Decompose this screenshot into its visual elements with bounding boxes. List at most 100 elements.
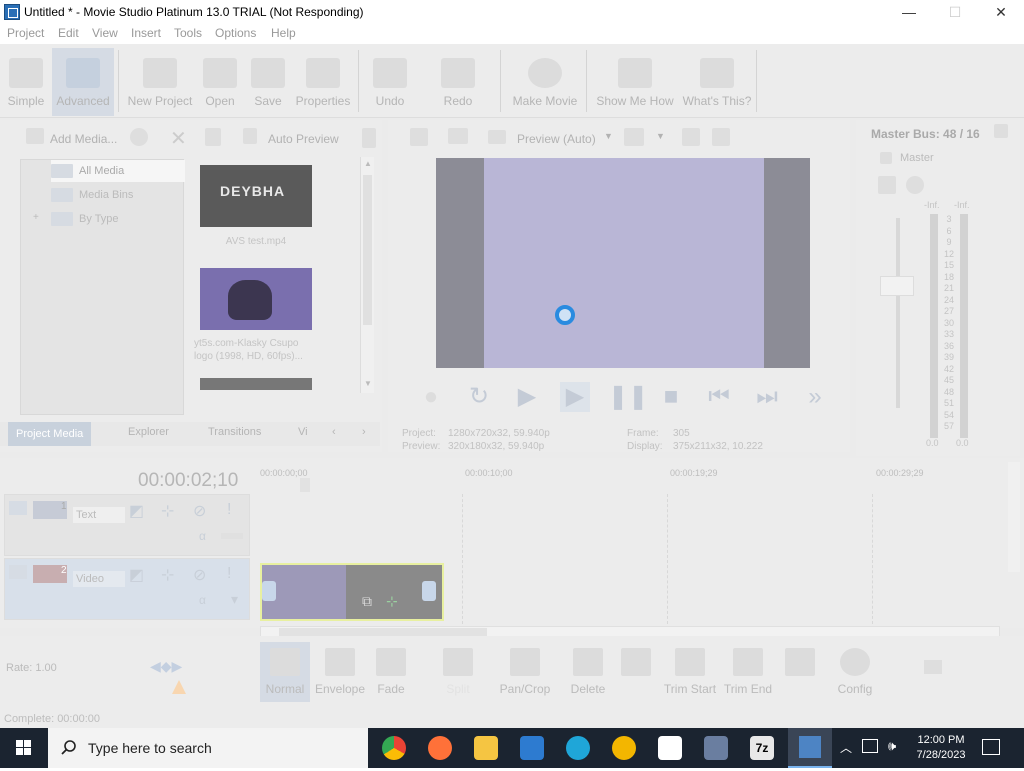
track-fx-icon[interactable]: ⊹ xyxy=(161,565,174,585)
clip-trim-handle-right[interactable] xyxy=(422,581,436,601)
split-tool-button[interactable]: Split xyxy=(426,642,490,702)
tree-node-by-type[interactable]: By Type xyxy=(51,208,183,230)
compositing-mode-icon[interactable]: ◩ xyxy=(129,501,144,521)
pan-crop-icon[interactable]: ⧉ xyxy=(362,593,372,610)
trim-end-button[interactable]: Trim End xyxy=(722,642,774,702)
taskbar-search[interactable]: Type here to search xyxy=(48,728,368,768)
media-fx-icon[interactable] xyxy=(130,128,148,146)
simple-button[interactable]: Simple xyxy=(2,48,50,116)
next-frame-icon[interactable]: ⏭ xyxy=(752,382,782,412)
menu-options[interactable]: Options xyxy=(215,26,256,40)
store-icon[interactable] xyxy=(520,736,544,760)
close-button[interactable]: ✕ xyxy=(978,0,1024,24)
maximize-button[interactable]: ☐ xyxy=(932,0,978,24)
whats-this-button[interactable]: What's This? xyxy=(682,48,752,116)
auto-preview-button[interactable]: Auto Preview xyxy=(268,132,339,146)
preview-properties-icon[interactable] xyxy=(410,128,428,146)
mute-icon[interactable]: ⊘ xyxy=(193,565,206,585)
solo-icon[interactable]: ! xyxy=(227,565,231,583)
grid-icon[interactable] xyxy=(624,128,644,146)
stop-icon[interactable]: ■ xyxy=(656,382,686,412)
start-button[interactable] xyxy=(0,728,48,768)
config-tool-button[interactable]: Config xyxy=(830,642,880,702)
menu-insert[interactable]: Insert xyxy=(131,26,161,40)
show-me-how-button[interactable]: Show Me How xyxy=(594,48,676,116)
timeline-vscroll[interactable] xyxy=(1008,462,1020,572)
save-snapshot-icon[interactable] xyxy=(712,128,730,146)
remove-icon[interactable]: ✕ xyxy=(170,126,187,151)
hscroll-thumb[interactable] xyxy=(279,628,487,636)
alpha-icon[interactable]: α xyxy=(199,529,206,543)
master-fx-icon[interactable] xyxy=(878,176,896,194)
movie-studio-taskbar-button[interactable] xyxy=(788,728,832,768)
snapshot-tool-button[interactable] xyxy=(776,642,824,702)
tree-expander[interactable]: + xyxy=(33,212,39,223)
track-level-slider[interactable] xyxy=(221,533,243,539)
save-button[interactable]: Save xyxy=(248,48,288,116)
normal-tool-button[interactable]: Normal xyxy=(260,642,310,702)
copy-snapshot-icon[interactable] xyxy=(682,128,700,146)
event-fx-icon[interactable]: ⊹ xyxy=(386,593,398,610)
media-thumbnail[interactable] xyxy=(200,268,312,330)
menu-edit[interactable]: Edit xyxy=(58,26,79,40)
fast-forward-icon[interactable]: » xyxy=(800,382,830,412)
tab-video-fx[interactable]: Vi xyxy=(298,426,308,438)
play-icon[interactable]: ▶ xyxy=(560,382,590,412)
volume-fader[interactable] xyxy=(880,276,914,296)
mute-icon[interactable]: ⊘ xyxy=(193,501,206,521)
app-circle-icon[interactable] xyxy=(612,736,636,760)
file-explorer-icon[interactable] xyxy=(474,736,498,760)
bus-properties-icon[interactable] xyxy=(994,124,1008,138)
game-app-icon[interactable] xyxy=(658,736,682,760)
notification-icon[interactable] xyxy=(982,739,1000,755)
record-icon[interactable]: ● xyxy=(416,382,446,412)
edge-icon[interactable] xyxy=(566,736,590,760)
play-from-start-icon[interactable]: ▶ xyxy=(512,382,542,412)
tab-project-media[interactable]: Project Media xyxy=(8,422,92,446)
advanced-button[interactable]: Advanced xyxy=(52,48,114,116)
pause-icon[interactable]: ❚❚ xyxy=(608,382,648,412)
chevron-down-icon[interactable]: ▼ xyxy=(604,131,613,141)
compositing-mode-icon[interactable]: ◩ xyxy=(129,565,144,585)
media-scrollbar[interactable]: ▲ ▼ xyxy=(360,157,374,393)
track-name-field[interactable]: Text xyxy=(73,507,125,523)
menu-tools[interactable]: Tools xyxy=(174,26,202,40)
chevron-up-icon[interactable]: ︿ xyxy=(840,739,852,756)
menu-help[interactable]: Help xyxy=(271,26,296,40)
track-menu-icon[interactable] xyxy=(9,565,27,579)
redo-button[interactable]: Redo xyxy=(436,48,480,116)
trim-both-button[interactable] xyxy=(614,642,658,702)
film-app-icon[interactable] xyxy=(704,736,728,760)
rate-slider-icon[interactable]: ◀◆▶ xyxy=(150,658,194,674)
media-thumbnail[interactable] xyxy=(200,378,312,390)
menu-project[interactable]: Project xyxy=(7,26,44,40)
make-movie-button[interactable]: Make Movie xyxy=(510,48,580,116)
loop-icon[interactable]: ↻ xyxy=(464,382,494,412)
preview-quality-dropdown[interactable]: Preview (Auto) xyxy=(517,132,596,146)
tab-scroll-left-icon[interactable]: ‹ xyxy=(332,426,336,438)
new-project-button[interactable]: New Project xyxy=(124,48,196,116)
previous-frame-icon[interactable]: ⏮ xyxy=(704,382,734,412)
network-icon[interactable] xyxy=(862,739,878,753)
pan-crop-tool-button[interactable]: Pan/Crop xyxy=(496,642,554,702)
clip-trim-handle-left[interactable] xyxy=(262,581,276,601)
undo-button[interactable]: Undo xyxy=(368,48,412,116)
envelope-tool-button[interactable]: Envelope xyxy=(312,642,368,702)
zoom-icon[interactable] xyxy=(924,660,942,674)
delete-tool-button[interactable]: Delete xyxy=(564,642,612,702)
tree-node-all-media[interactable]: All Media xyxy=(51,160,185,182)
menu-view[interactable]: View xyxy=(92,26,118,40)
properties-button[interactable]: Properties xyxy=(294,48,352,116)
media-thumbnail[interactable]: DEYBHA xyxy=(200,165,312,227)
solo-icon[interactable]: ! xyxy=(227,501,231,519)
level-arrow-icon[interactable]: ▾ xyxy=(231,591,238,608)
rate-marker-icon[interactable] xyxy=(172,680,186,694)
alpha-icon[interactable]: α xyxy=(199,593,206,607)
tab-scroll-right-icon[interactable]: › xyxy=(362,426,366,438)
scroll-up-icon[interactable]: ▲ xyxy=(364,159,372,168)
master-checkbox[interactable] xyxy=(880,152,892,164)
monitor-icon[interactable] xyxy=(448,128,468,144)
chevron-down-icon[interactable]: ▼ xyxy=(656,131,665,141)
track-header-text[interactable]: 1 Text ◩ ⊹ ⊘ ! α xyxy=(4,494,250,556)
firefox-icon[interactable] xyxy=(428,736,452,760)
